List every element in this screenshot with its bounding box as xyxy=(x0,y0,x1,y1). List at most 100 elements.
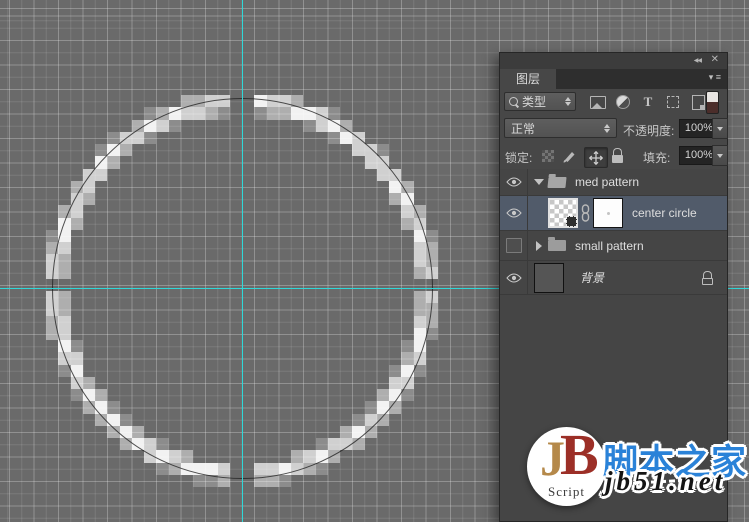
smart-object-filter-icon[interactable] xyxy=(688,92,708,112)
pattern-pixel xyxy=(193,475,205,487)
pattern-pixel xyxy=(181,450,193,462)
pattern-pixel xyxy=(414,340,426,352)
pattern-pixel xyxy=(352,426,364,438)
pattern-pixel xyxy=(71,389,83,401)
layer-name[interactable]: med pattern xyxy=(575,175,639,189)
layer-thumbnail[interactable] xyxy=(534,263,564,293)
tab-layers[interactable]: 图层 xyxy=(500,69,556,89)
pattern-pixel xyxy=(107,156,119,168)
pattern-pixel xyxy=(401,352,413,364)
pattern-pixel xyxy=(279,463,291,475)
pattern-pixel xyxy=(316,450,328,462)
pattern-pixel xyxy=(389,389,401,401)
lock-image-pixels-icon[interactable] xyxy=(562,148,578,163)
pattern-pixel xyxy=(132,426,144,438)
layer-thumbnail[interactable] xyxy=(548,198,578,228)
pattern-pixel xyxy=(218,95,230,107)
vertical-guide[interactable] xyxy=(242,0,243,522)
pattern-pixel xyxy=(156,463,168,475)
visibility-toggle[interactable] xyxy=(500,231,528,260)
layer-name[interactable]: small pattern xyxy=(575,239,644,253)
lock-all-icon[interactable] xyxy=(612,148,623,163)
pattern-pixel xyxy=(414,316,426,328)
visibility-toggle[interactable] xyxy=(500,261,528,294)
pattern-pixel xyxy=(205,95,217,107)
pattern-pixel xyxy=(426,254,438,266)
layer-row-small-pattern[interactable]: small pattern xyxy=(500,231,727,261)
pattern-pixel xyxy=(389,181,401,193)
layer-list: med pattern center circle small pattern xyxy=(500,169,727,521)
pattern-pixel xyxy=(414,267,426,279)
pattern-pixel xyxy=(95,169,107,181)
visibility-toggle[interactable] xyxy=(500,169,528,195)
layer-row-med-pattern[interactable]: med pattern xyxy=(500,169,727,196)
pattern-pixel xyxy=(58,328,70,340)
pattern-pixel xyxy=(132,132,144,144)
pattern-pixel xyxy=(83,181,95,193)
layer-name[interactable]: center circle xyxy=(632,206,697,220)
pattern-pixel xyxy=(58,316,70,328)
collapse-panel-icon[interactable]: ◀◀ xyxy=(694,57,701,64)
pattern-pixel xyxy=(144,120,156,132)
pattern-pixel xyxy=(377,389,389,401)
lock-row: 锁定: 填充: 100% xyxy=(500,143,727,170)
layer-row-background[interactable]: 背景 xyxy=(500,261,727,295)
pattern-pixel xyxy=(144,450,156,462)
fill-dropdown-button[interactable] xyxy=(712,145,728,166)
pattern-pixel xyxy=(401,193,413,205)
pattern-pixel xyxy=(426,230,438,242)
pattern-pixel xyxy=(71,365,83,377)
pattern-pixel xyxy=(205,107,217,119)
pattern-pixel xyxy=(71,193,83,205)
pattern-pixel xyxy=(365,401,377,413)
lock-transparent-pixels-icon[interactable] xyxy=(542,150,554,162)
pattern-pixel xyxy=(291,107,303,119)
pattern-pixel xyxy=(156,438,168,450)
pattern-pixel xyxy=(156,120,168,132)
type-layers-filter-icon[interactable]: T xyxy=(638,92,658,112)
updown-arrows-icon xyxy=(604,124,610,133)
close-panel-icon[interactable]: ✕ xyxy=(711,54,719,65)
pattern-pixel xyxy=(401,205,413,217)
layer-name[interactable]: 背景 xyxy=(580,269,604,286)
chevron-down-icon xyxy=(717,127,723,131)
pattern-pixel xyxy=(414,242,426,254)
pattern-pixel xyxy=(132,120,144,132)
filter-kind-select[interactable]: 类型 xyxy=(504,92,576,111)
pattern-pixel xyxy=(377,144,389,156)
visibility-toggle[interactable] xyxy=(500,196,528,230)
collapse-triangle-icon[interactable] xyxy=(534,179,544,185)
pattern-pixel xyxy=(95,156,107,168)
pattern-pixel xyxy=(58,365,70,377)
pattern-pixel xyxy=(303,120,315,132)
pattern-pixel xyxy=(340,120,352,132)
mask-link-icon[interactable] xyxy=(581,204,590,222)
blend-mode-select[interactable]: 正常 xyxy=(504,118,617,138)
pattern-pixel xyxy=(340,438,352,450)
adjustment-layers-filter-icon[interactable] xyxy=(613,92,633,112)
shape-layers-filter-icon[interactable] xyxy=(663,92,683,112)
pattern-pixel xyxy=(377,414,389,426)
pixel-layers-filter-icon[interactable] xyxy=(588,92,608,112)
layer-filtering-toggle[interactable] xyxy=(706,91,719,114)
pattern-pixel xyxy=(58,254,70,266)
pattern-pixel xyxy=(254,475,266,487)
layer-mask-thumbnail[interactable] xyxy=(593,198,623,228)
layer-row-center-circle[interactable]: center circle xyxy=(500,196,727,231)
lock-position-icon[interactable] xyxy=(584,147,608,168)
pattern-pixel xyxy=(58,303,70,315)
pattern-pixel xyxy=(340,132,352,144)
expand-triangle-icon[interactable] xyxy=(536,241,542,251)
pattern-pixel xyxy=(83,169,95,181)
pattern-pixel xyxy=(401,389,413,401)
opacity-dropdown-button[interactable] xyxy=(712,118,728,139)
pattern-pixel xyxy=(46,242,58,254)
panel-menu-icon[interactable]: ▾ ≡ xyxy=(709,72,721,83)
pattern-pixel xyxy=(352,132,364,144)
pattern-pixel xyxy=(414,254,426,266)
pattern-pixel xyxy=(316,438,328,450)
pattern-pixel xyxy=(389,193,401,205)
pattern-pixel xyxy=(120,132,132,144)
pattern-pixel xyxy=(426,328,438,340)
pattern-pixel xyxy=(107,414,119,426)
